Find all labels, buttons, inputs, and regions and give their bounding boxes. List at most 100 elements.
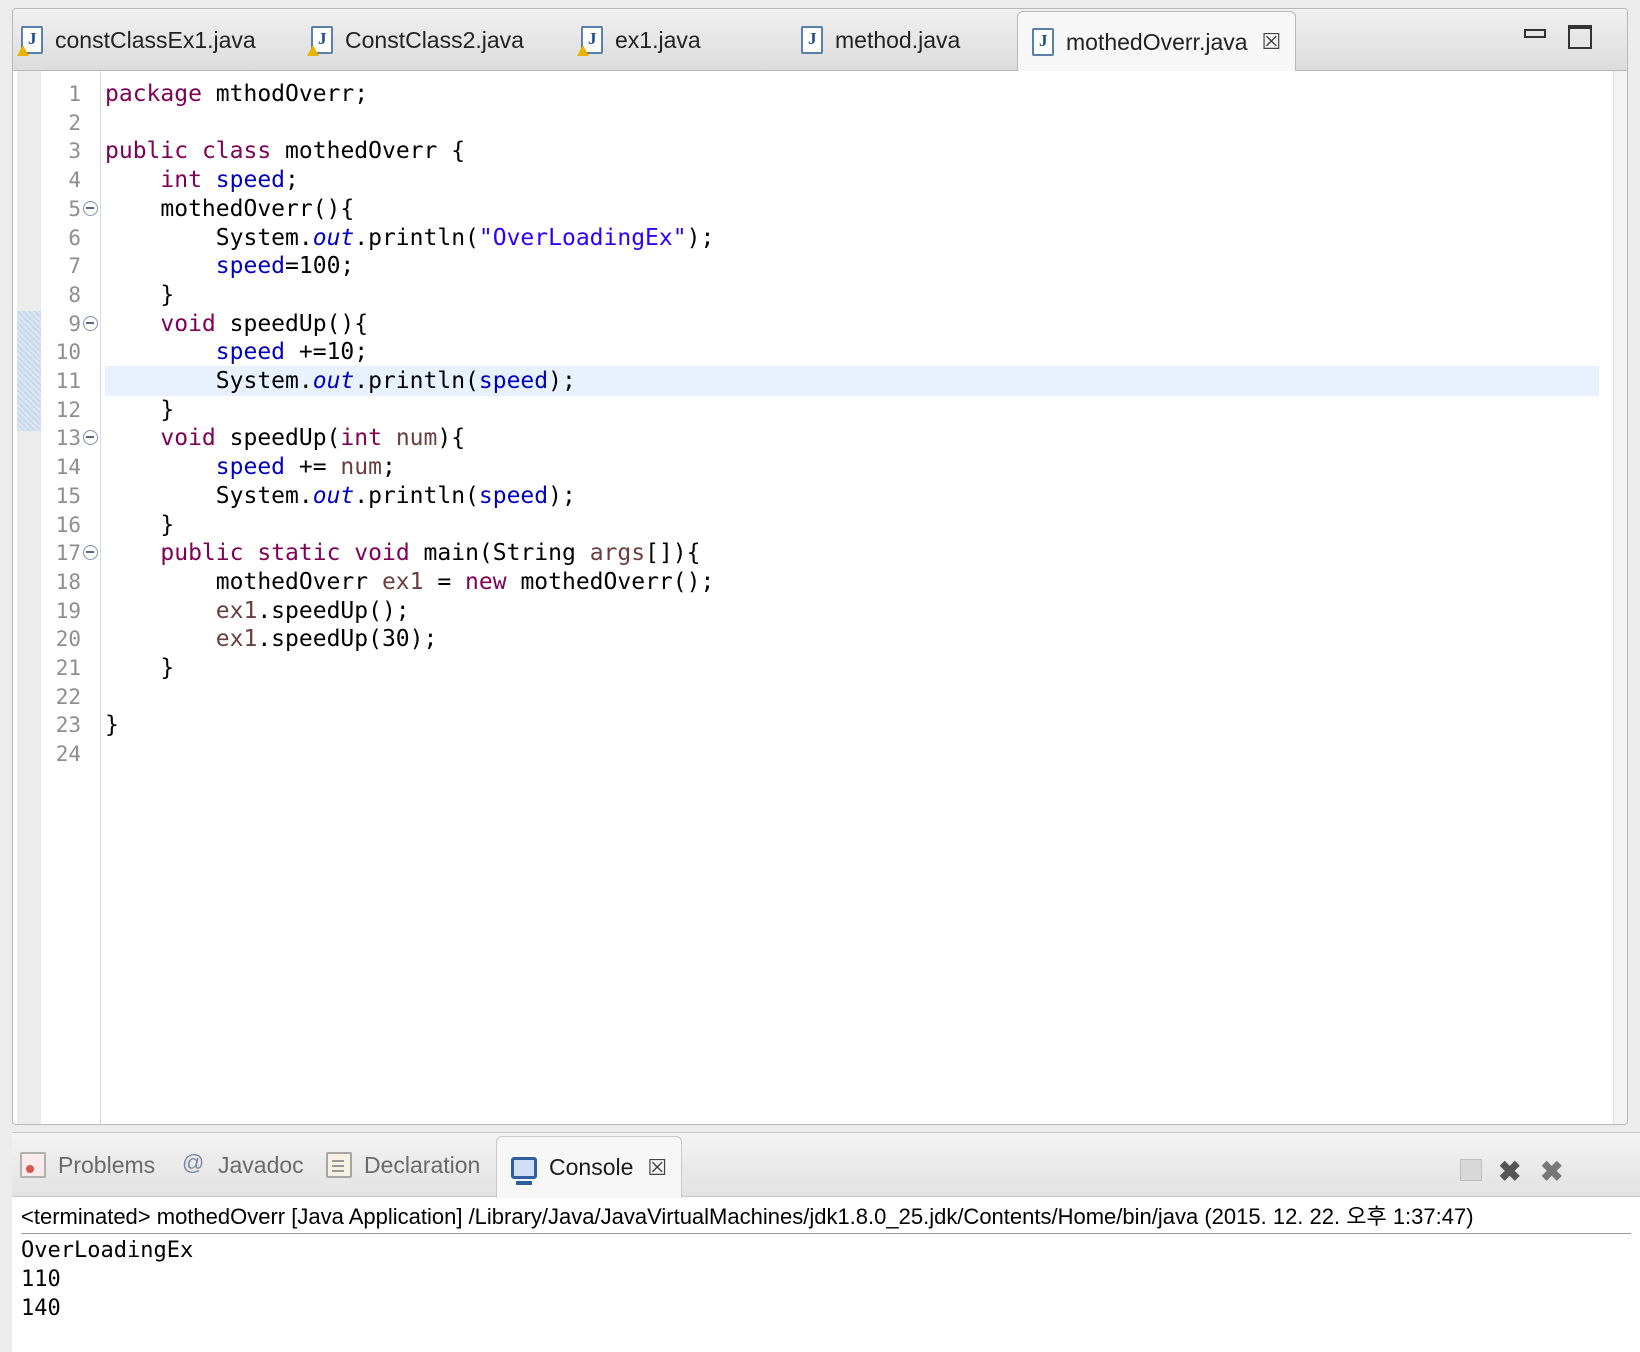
code-editor[interactable]: 1 2 3 4 5 6 7 8 9 10 11 12 13 14 15 16 17 18 19 20 21 22 23 24 … [13, 71, 1613, 1124]
remove-all-terminated-icon[interactable]: ✖ [1540, 1155, 1563, 1188]
code-line[interactable]: public static void main(String args[]){ [105, 538, 700, 568]
line-number: 10 [55, 340, 81, 365]
overview-ruler[interactable] [1613, 71, 1627, 1124]
source-code[interactable]: package mthodOverr; public class mothedOv… [105, 71, 1613, 1124]
collapse-fold-icon[interactable] [83, 545, 98, 561]
code-line[interactable]: public class mothedOverr { [105, 136, 465, 166]
line-number: 15 [55, 483, 81, 508]
tab-label: method.java [835, 26, 961, 53]
code-line[interactable]: speed += num; [105, 452, 396, 482]
code-token: speed [478, 368, 549, 394]
code-token: int [340, 425, 382, 452]
line-number: 22 [55, 684, 81, 709]
minimize-icon[interactable] [1521, 23, 1547, 47]
code-token: ); [548, 482, 576, 509]
collapse-fold-icon[interactable] [83, 430, 98, 446]
code-line[interactable]: } [105, 280, 174, 310]
code-line[interactable]: System.out.println(speed); [105, 366, 576, 396]
close-tab-icon[interactable]: ☒ [1262, 29, 1282, 55]
line-number: 5 [68, 196, 81, 221]
code-token: .println( [354, 482, 479, 509]
code-line[interactable]: } [105, 653, 174, 683]
code-line[interactable]: ex1.speedUp(); [105, 596, 410, 626]
tab-constclass2[interactable]: ConstClass2.java [307, 9, 524, 71]
console-output-line: 110 [21, 1267, 61, 1292]
close-tab-icon[interactable]: ☒ [647, 1155, 667, 1181]
code-token: class [201, 138, 272, 165]
code-token: +=10; [285, 339, 369, 366]
code-line[interactable]: void speedUp(){ [105, 309, 368, 339]
line-number: 19 [55, 598, 81, 623]
line-number: 2 [68, 110, 81, 135]
code-line[interactable]: ex1.speedUp(30); [105, 624, 438, 654]
tab-label: ConstClass2.java [345, 26, 524, 53]
code-line[interactable]: } [105, 510, 174, 540]
tab-javadoc[interactable]: Javadoc [180, 1133, 304, 1197]
tab-declaration[interactable]: Declaration [326, 1133, 480, 1197]
code-token: ; [285, 167, 299, 194]
code-token: speed [215, 253, 286, 280]
code-token: void [354, 540, 410, 567]
code-token: .speedUp(30); [257, 626, 438, 653]
code-line[interactable]: mothedOverr(){ [105, 194, 354, 224]
code-token: new [465, 568, 507, 595]
java-file-icon [801, 26, 823, 54]
code-token: ex1 [215, 597, 258, 624]
code-line[interactable]: package mthodOverr; [105, 79, 368, 109]
code-token: speed [478, 482, 549, 509]
line-number: 8 [68, 282, 81, 307]
code-token: } [105, 396, 175, 423]
code-token: += [285, 454, 341, 481]
code-token: System. [105, 368, 313, 394]
java-file-icon [1032, 28, 1054, 56]
tab-method[interactable]: method.java [801, 9, 960, 71]
line-number: 6 [68, 225, 81, 250]
code-token: } [105, 655, 175, 681]
declaration-icon [326, 1152, 352, 1178]
code-line[interactable]: speed=100; [105, 251, 355, 281]
java-file-warning-icon [577, 26, 603, 56]
code-token: .println( [354, 224, 479, 251]
java-file-warning-icon [307, 26, 333, 56]
javadoc-icon [180, 1150, 206, 1178]
collapse-fold-icon[interactable] [83, 315, 98, 331]
code-line[interactable]: System.out.println(speed); [105, 481, 576, 511]
line-number: 7 [68, 254, 81, 279]
code-token: } [105, 712, 119, 739]
line-number: 9 [68, 311, 81, 336]
code-line[interactable]: void speedUp(int num){ [105, 423, 465, 453]
code-token: speed [215, 167, 286, 194]
tab-problems[interactable]: Problems [20, 1133, 155, 1197]
code-line[interactable]: } [105, 710, 119, 740]
code-line[interactable]: speed +=10; [105, 337, 368, 367]
code-token: .println( [354, 368, 479, 394]
code-line[interactable]: System.out.println("OverLoadingEx"); [105, 223, 715, 253]
line-number-ruler: 1 2 3 4 5 6 7 8 9 10 11 12 13 14 15 16 17 18 19 20 21 22 23 24 [41, 71, 101, 1124]
maximize-icon[interactable] [1565, 23, 1592, 49]
console-tab-bar: Problems Javadoc Declaration Console ☒ ✖… [12, 1133, 1640, 1198]
code-token: args [589, 540, 646, 567]
code-line[interactable]: mothedOverr ex1 = new mothedOverr(); [105, 567, 715, 597]
remove-launch-icon[interactable]: ✖ [1498, 1155, 1521, 1188]
tab-constclassex1[interactable]: constClassEx1.java [17, 9, 256, 71]
tab-console[interactable]: Console ☒ [496, 1136, 683, 1198]
code-token: mothedOverr [105, 568, 382, 595]
tab-mothedoverr[interactable]: mothedOverr.java ☒ [1017, 11, 1297, 72]
code-line[interactable]: int speed; [105, 165, 299, 195]
code-token: static [257, 540, 341, 567]
code-token: out [312, 482, 355, 509]
collapse-fold-icon[interactable] [83, 200, 98, 216]
code-line[interactable]: } [105, 395, 174, 425]
terminate-button[interactable] [1460, 1159, 1482, 1181]
code-token: void [160, 425, 216, 452]
tab-ex1[interactable]: ex1.java [577, 9, 701, 71]
line-number: 13 [55, 426, 81, 451]
code-token: System. [105, 224, 313, 251]
line-number: 21 [55, 656, 81, 680]
line-number: 17 [55, 541, 81, 566]
